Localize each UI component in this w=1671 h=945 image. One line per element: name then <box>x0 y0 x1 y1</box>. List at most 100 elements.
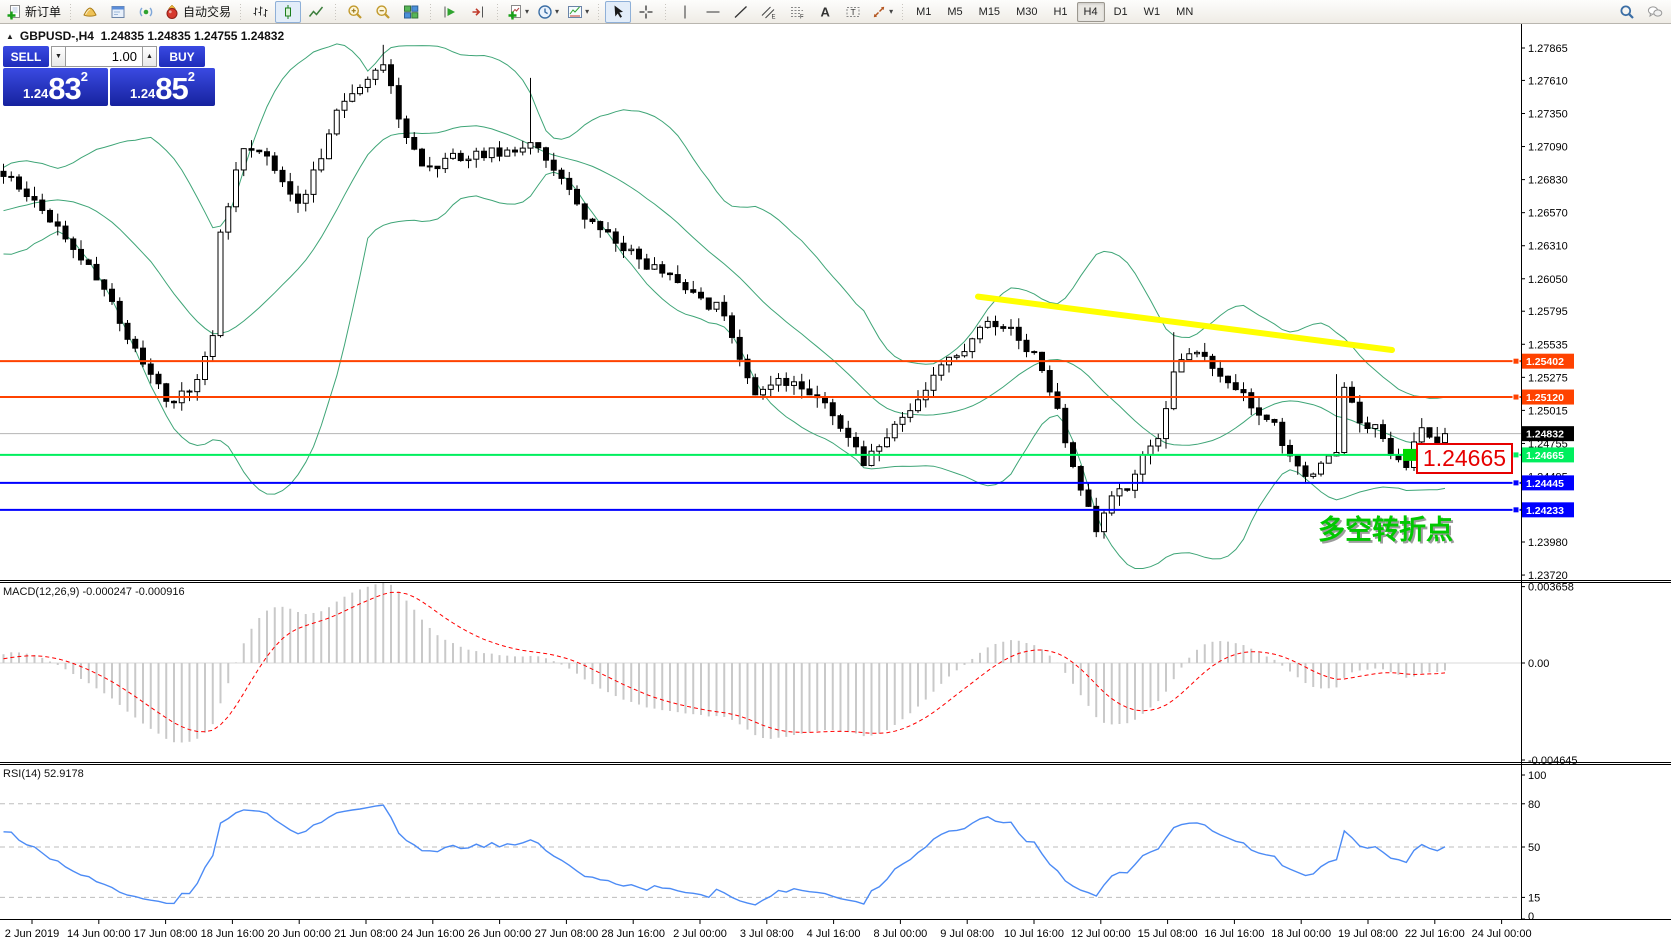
price-label-text: 1.24445 <box>1526 478 1564 490</box>
bear-candle <box>621 243 626 250</box>
rsi-axis[interactable]: 1008050150 <box>1521 770 1546 923</box>
autotrading-button[interactable]: 自动交易 <box>161 1 234 23</box>
timeframe-h4-button[interactable]: H4 <box>1077 2 1105 22</box>
dropdown-caret-icon[interactable]: ▾ <box>585 7 589 16</box>
level-marker[interactable] <box>1513 452 1519 458</box>
chat-button[interactable] <box>1642 1 1668 23</box>
time-tick-label: 18 Jul 00:00 <box>1271 928 1331 940</box>
indicators-button[interactable]: ▾ <box>504 1 532 23</box>
bear-candle <box>753 378 758 395</box>
price-axis[interactable]: 1.278651.276101.273501.270901.268301.265… <box>1513 43 1574 582</box>
community-button[interactable] <box>105 1 131 23</box>
time-tick-label: 22 Jul 16:00 <box>1405 928 1465 940</box>
fibonacci-icon: F <box>789 4 805 20</box>
cursor-button[interactable] <box>605 1 631 23</box>
bull-candle <box>877 447 882 452</box>
bull-candle <box>761 389 766 394</box>
tile-windows-icon <box>403 4 419 20</box>
time-tick-label: 24 Jul 00:00 <box>1472 928 1532 940</box>
timeframe-m5-button[interactable]: M5 <box>940 2 969 22</box>
bull-candle <box>218 232 223 335</box>
market-depth-button[interactable] <box>77 1 103 23</box>
timeframe-m15-button[interactable]: M15 <box>972 2 1007 22</box>
bear-candle <box>854 437 859 446</box>
svg-text:T: T <box>851 7 856 17</box>
vertical-line-button[interactable] <box>672 1 698 23</box>
search-button[interactable] <box>1614 1 1640 23</box>
chart-shift-button[interactable] <box>465 1 491 23</box>
bear-candle <box>1 171 6 176</box>
time-tick-label: 27 Jun 08:00 <box>535 928 599 940</box>
level-lines[interactable] <box>0 297 1521 510</box>
macd-axis[interactable]: 0.0036580.00-0.004645 <box>1521 582 1578 767</box>
bear-candle <box>412 137 417 149</box>
fibonacci-button[interactable]: F <box>784 1 810 23</box>
bull-candle <box>900 417 905 424</box>
bull-candle <box>1148 446 1153 455</box>
time-axis[interactable]: 2 Jun 201914 Jun 00:0017 Jun 08:0018 Jun… <box>5 920 1532 940</box>
level-marker[interactable] <box>1513 394 1519 400</box>
sell-price-head: 1.24 <box>23 84 48 104</box>
text-label-button[interactable]: T <box>840 1 866 23</box>
level-marker[interactable] <box>1513 480 1519 486</box>
buy-price-button[interactable]: 1.24 85 2 <box>110 68 215 106</box>
signals-button[interactable] <box>133 1 159 23</box>
bull-candle <box>916 400 921 411</box>
rsi-pane <box>0 804 1521 905</box>
timeframe-d1-button[interactable]: D1 <box>1107 2 1135 22</box>
line-chart-button[interactable] <box>303 1 329 23</box>
candlestick-chart-button[interactable] <box>275 1 301 23</box>
dropdown-caret-icon[interactable]: ▾ <box>525 7 529 16</box>
templates-button[interactable]: ▾ <box>564 1 592 23</box>
dropdown-caret-icon[interactable]: ▾ <box>889 7 893 16</box>
bull-candle <box>652 265 657 270</box>
sell-button[interactable]: SELL <box>3 46 49 67</box>
bear-candle <box>288 182 293 194</box>
crosshair-icon <box>638 4 654 20</box>
level-marker[interactable] <box>1513 358 1519 364</box>
timeframe-mn-button[interactable]: MN <box>1169 2 1200 22</box>
horizontal-line-button[interactable] <box>700 1 726 23</box>
bear-candle <box>737 337 742 359</box>
zoom-in-button[interactable] <box>342 1 368 23</box>
zoom-in-icon <box>347 4 363 20</box>
volume-down-button[interactable]: ▼ <box>51 46 66 67</box>
chat-icon <box>1647 4 1663 20</box>
turning-point-annotation[interactable]: 多空转折点 <box>1318 508 1453 547</box>
bull-candle <box>629 249 634 250</box>
buy-button[interactable]: BUY <box>159 46 205 67</box>
price-tick-label: 1.23720 <box>1528 570 1568 582</box>
bull-candle <box>1373 425 1378 429</box>
tile-windows-button[interactable] <box>398 1 424 23</box>
new-order-button[interactable]: 新订单 <box>3 1 64 23</box>
text-button[interactable]: A <box>812 1 838 23</box>
trendline-button[interactable] <box>728 1 754 23</box>
sell-price-button[interactable]: 1.24 83 2 <box>3 68 108 106</box>
channel-button[interactable]: E <box>756 1 782 23</box>
collapse-chart-icon[interactable]: ▲ <box>6 32 14 41</box>
timeframe-w1-button[interactable]: W1 <box>1137 2 1168 22</box>
price-callout-box[interactable]: 1.24665 <box>1416 443 1513 474</box>
periods-button[interactable]: ▾ <box>534 1 562 23</box>
yellow-trendline[interactable] <box>978 297 1392 350</box>
timeframe-m1-button[interactable]: M1 <box>909 2 938 22</box>
crosshair-button[interactable] <box>633 1 659 23</box>
bear-candle <box>1365 423 1370 429</box>
bull-candle <box>1140 455 1145 475</box>
bar-chart-button[interactable] <box>247 1 273 23</box>
auto-scroll-button[interactable] <box>437 1 463 23</box>
volume-up-button[interactable]: ▲ <box>142 46 157 67</box>
bear-candle <box>102 280 107 289</box>
time-tick-label: 16 Jul 16:00 <box>1204 928 1264 940</box>
volume-input[interactable] <box>66 46 142 67</box>
dropdown-caret-icon[interactable]: ▾ <box>555 7 559 16</box>
zoom-out-button[interactable] <box>370 1 396 23</box>
bull-candle <box>776 378 781 385</box>
timeframe-m30-button[interactable]: M30 <box>1009 2 1044 22</box>
timeframe-h1-button[interactable]: H1 <box>1046 2 1074 22</box>
bull-candle <box>978 327 983 338</box>
bull-candle <box>1187 354 1192 360</box>
arrows-button[interactable]: ▾ <box>868 1 896 23</box>
level-marker[interactable] <box>1513 507 1519 513</box>
bear-candle <box>722 302 727 316</box>
